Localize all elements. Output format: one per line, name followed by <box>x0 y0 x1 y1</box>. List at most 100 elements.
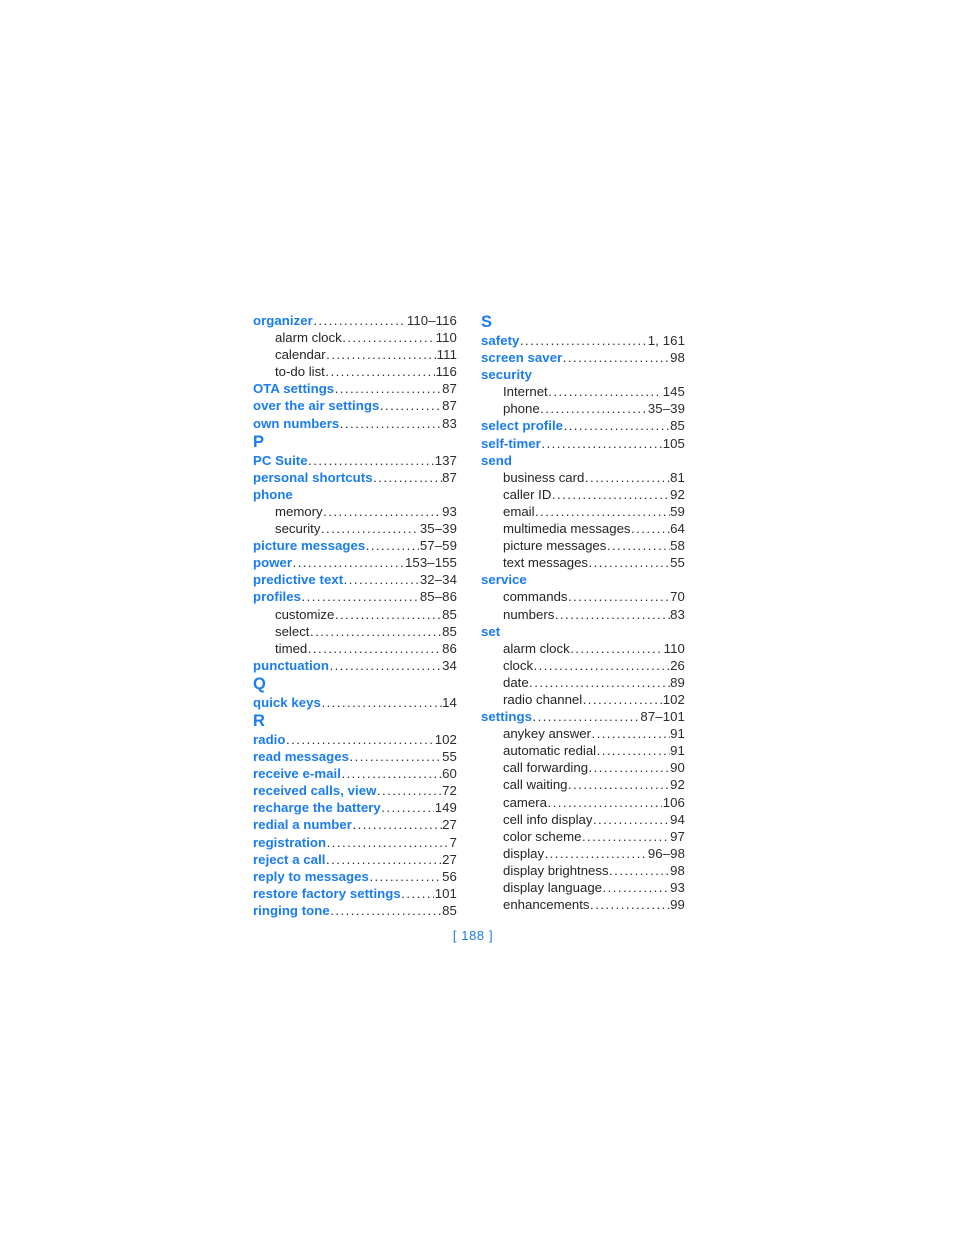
index-entry: reply to messages.......................… <box>253 868 457 885</box>
index-subentry: caller ID...............................… <box>481 486 685 503</box>
index-entry-page: 55 <box>442 749 457 765</box>
index-entry-term: alarm clock <box>503 640 570 656</box>
index-subentry: alarm clock.............................… <box>481 640 685 657</box>
index-entry-page: 90 <box>670 760 685 776</box>
index-entry-page: 35–39 <box>647 401 685 417</box>
index-subentry: numbers.................................… <box>481 606 685 623</box>
index-subentry: business card...........................… <box>481 469 685 486</box>
index-subentry: to-do list..............................… <box>253 363 457 380</box>
index-entry-term: camera <box>503 794 547 810</box>
index-entry-page: 145 <box>662 384 685 400</box>
index-entry-term: PC Suite <box>253 452 308 468</box>
index-entry-term: profiles <box>253 589 302 605</box>
index-entry-page: 87 <box>442 398 457 414</box>
index-subentry: text messages...........................… <box>481 554 685 571</box>
dot-leader: ........................................… <box>606 538 670 554</box>
index-subentry: alarm clock.............................… <box>253 329 457 346</box>
dot-leader: ........................................… <box>341 766 441 782</box>
index-entry: recharge the battery....................… <box>253 799 457 816</box>
index-subentry: display brightness......................… <box>481 862 685 879</box>
index-entry-page: 26 <box>670 657 685 673</box>
index-subentry: memory..................................… <box>253 503 457 520</box>
index-entry-term: text messages <box>503 555 589 571</box>
index-entry: received calls, view....................… <box>253 782 457 799</box>
index-subentry: display.................................… <box>481 845 685 862</box>
index-entry-term: own numbers <box>253 415 340 431</box>
index-entry-term: numbers <box>503 606 555 622</box>
index-entry-page: 85 <box>442 902 457 918</box>
dot-leader: ........................................… <box>596 743 670 759</box>
index-section-letter: Q <box>253 674 267 693</box>
index-entry-term: redial a number <box>253 817 352 833</box>
index-subentry: Internet................................… <box>481 383 685 400</box>
index-entry-page: 87 <box>442 469 457 485</box>
dot-leader: ........................................… <box>532 709 640 725</box>
index-entry-page: 92 <box>670 486 685 502</box>
index-entry-page: 105 <box>662 435 685 451</box>
index-entry-page: 27 <box>442 851 457 867</box>
index-entry-term: quick keys <box>253 694 321 710</box>
index-section-letter: R <box>253 711 266 730</box>
dot-leader: ........................................… <box>519 333 647 348</box>
index-column-left: organizer...............................… <box>253 312 457 919</box>
index-entry: radio...................................… <box>253 731 457 748</box>
dot-leader: ........................................… <box>334 606 442 622</box>
index-subentry: customize...............................… <box>253 606 457 623</box>
index-subentry: display language........................… <box>481 879 685 896</box>
index-subentry: anykey answer...........................… <box>481 725 685 742</box>
index-entry: send....................................… <box>481 452 685 469</box>
index-entry-page: 7 <box>449 834 457 850</box>
index-entry-page: 93 <box>442 503 457 519</box>
index-entry-page: 98 <box>670 350 685 366</box>
index-entry: receive e-mail..........................… <box>253 765 457 782</box>
index-entry: phone...................................… <box>253 486 457 503</box>
index-entry-term: cell info display <box>503 811 593 827</box>
index-entry: redial a number.........................… <box>253 816 457 833</box>
index-entry-page: 92 <box>670 777 685 793</box>
index-entry-term: select <box>275 623 310 639</box>
index-subentry: select..................................… <box>253 623 457 640</box>
index-entry-term: received calls, view <box>253 783 377 799</box>
index-entry-page: 102 <box>434 731 457 747</box>
index-entry-term: security <box>481 367 532 383</box>
index-entry-page: 96–98 <box>647 845 685 861</box>
index-subentry: enhancements............................… <box>481 896 685 913</box>
dot-leader: ........................................… <box>342 330 435 346</box>
index-subentry: calendar................................… <box>253 346 457 363</box>
index-entry-page: 111 <box>436 347 457 363</box>
index-entry-page: 116 <box>435 364 457 380</box>
index-entry-page: 60 <box>442 766 457 782</box>
index-entry: registration............................… <box>253 834 457 851</box>
dot-leader: ........................................… <box>301 589 420 605</box>
dot-leader: ........................................… <box>535 503 670 519</box>
index-subentry: cell info display.......................… <box>481 811 685 828</box>
dot-leader: ........................................… <box>551 486 670 502</box>
index-entry-term: call waiting <box>503 777 568 793</box>
index-entry-term: radio <box>253 731 286 747</box>
index-entry-page: 91 <box>670 726 685 742</box>
index-entry-page: 110–116 <box>406 313 457 328</box>
dot-leader: ........................................… <box>376 783 442 799</box>
index-subentry: call forwarding.........................… <box>481 759 685 776</box>
dot-leader: ........................................… <box>326 347 437 363</box>
dot-leader: ........................................… <box>631 521 670 537</box>
index-entry-page: 102 <box>662 691 685 707</box>
index-entry: OTA settings............................… <box>253 380 457 397</box>
index-entry-page: 58 <box>670 538 685 554</box>
index-entry-term: read messages <box>253 749 349 765</box>
dot-leader: ........................................… <box>292 555 405 571</box>
index-entry-term: display language <box>503 880 602 895</box>
index-entry-term: recharge the battery <box>253 800 381 816</box>
index-entry: personal shortcuts......................… <box>253 469 457 486</box>
index-entry: own numbers.............................… <box>253 415 457 432</box>
index-entry-term: picture messages <box>503 538 607 554</box>
dot-leader: ........................................… <box>323 503 442 519</box>
index-entry-page: 85 <box>442 623 457 639</box>
index-entry-page: 85 <box>670 418 685 434</box>
index-entry: organizer...............................… <box>253 312 457 329</box>
index-subentry: call waiting............................… <box>481 776 685 793</box>
dot-leader: ........................................… <box>548 384 662 400</box>
index-entry-page: 137 <box>434 452 457 468</box>
index-entry-page: 98 <box>670 862 685 878</box>
index-entry-term: business card <box>503 469 585 485</box>
